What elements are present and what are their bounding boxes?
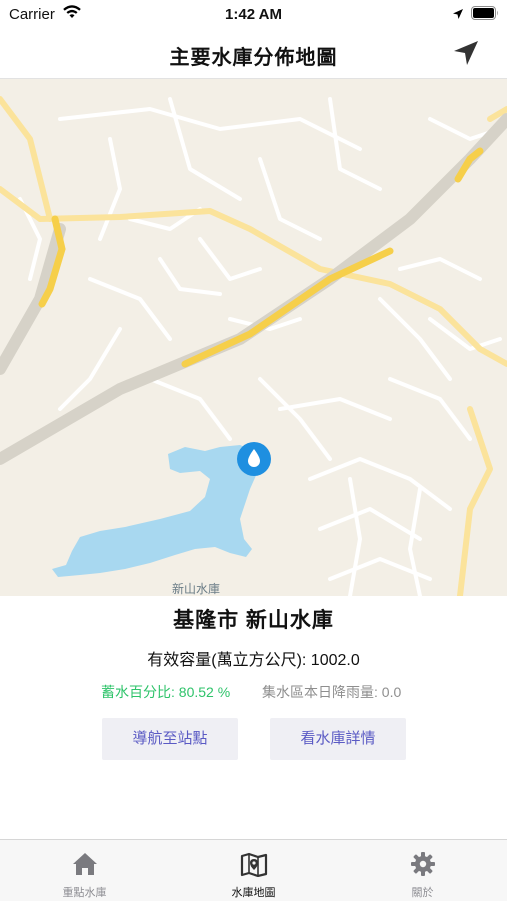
tab-reservoir-map[interactable]: 水庫地圖 <box>169 840 338 901</box>
reservoir-capacity: 有效容量(萬立方公尺): 1002.0 <box>147 652 360 669</box>
tab-label: 關於 <box>411 887 434 899</box>
page-title: 主要水庫分佈地圖 <box>169 47 338 69</box>
location-arrow-icon[interactable] <box>450 38 482 68</box>
location-services-icon <box>452 7 464 24</box>
map-icon <box>239 851 269 878</box>
water-drop-icon[interactable] <box>236 441 272 477</box>
home-icon <box>70 851 100 877</box>
map-view[interactable]: 新山水庫 <box>0 79 507 596</box>
map-water-label: 新山水庫 <box>172 582 221 596</box>
navigate-button[interactable]: 導航至站點 <box>102 718 238 760</box>
storage-percentage: 蓄水百分比: 80.52 % <box>101 684 231 700</box>
reservoir-info-panel: 基隆市 新山水庫 有效容量(萬立方公尺): 1002.0 蓄水百分比: 80.5… <box>0 596 507 839</box>
rainfall-today: 集水區本日降雨量: 0.0 <box>262 684 402 700</box>
status-bar: Carrier 1:42 AM <box>0 0 507 28</box>
tab-bar: 重點水庫 水庫地圖 關於 <box>0 839 507 901</box>
battery-icon <box>471 6 499 24</box>
reservoir-name: 基隆市 新山水庫 <box>173 609 334 632</box>
tab-label: 水庫地圖 <box>231 887 276 899</box>
view-details-button[interactable]: 看水庫詳情 <box>270 718 406 760</box>
tab-about[interactable]: 關於 <box>338 840 507 901</box>
tab-key-reservoirs[interactable]: 重點水庫 <box>0 840 169 901</box>
gear-icon <box>408 851 438 877</box>
tab-label: 重點水庫 <box>62 887 107 899</box>
status-time: 1:42 AM <box>225 6 282 23</box>
navigation-bar: 主要水庫分佈地圖 <box>0 28 507 79</box>
